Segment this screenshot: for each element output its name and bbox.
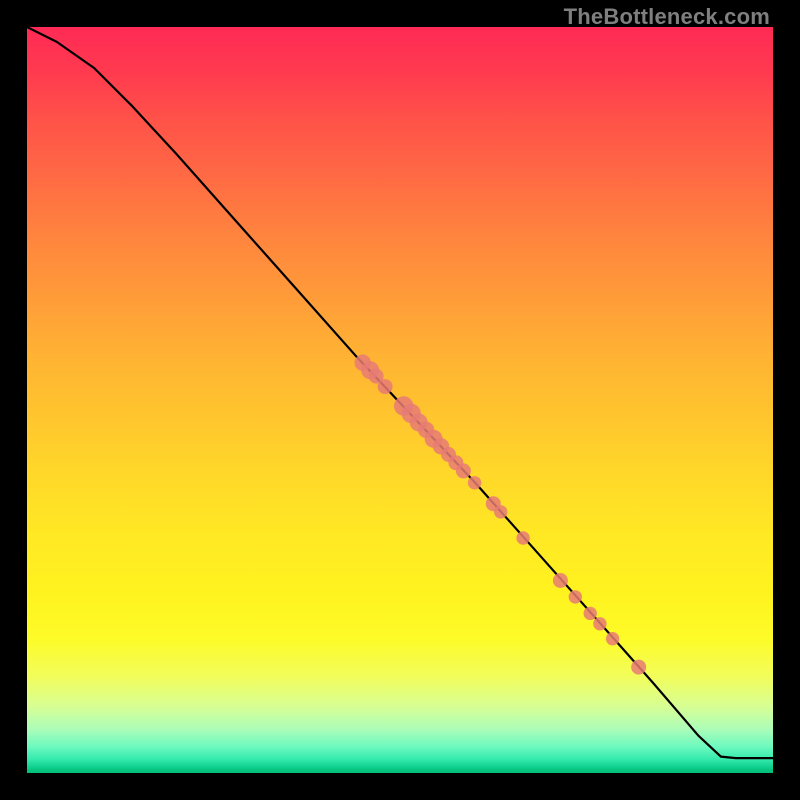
- marker-dot: [553, 573, 568, 588]
- marker-dot: [494, 505, 507, 518]
- chart-curve: [27, 27, 773, 758]
- marker-dot: [584, 607, 597, 620]
- marker-dot: [631, 660, 646, 675]
- marker-dot: [569, 590, 582, 603]
- chart-svg: [27, 27, 773, 773]
- marker-dot: [516, 531, 529, 544]
- marker-dot: [456, 463, 471, 478]
- marker-dot: [606, 632, 619, 645]
- marker-dot: [378, 379, 393, 394]
- chart-markers: [355, 355, 647, 675]
- marker-dot: [593, 617, 606, 630]
- marker-dot: [468, 476, 481, 489]
- chart-frame: TheBottleneck.com: [0, 0, 800, 800]
- plot-area: [27, 27, 773, 773]
